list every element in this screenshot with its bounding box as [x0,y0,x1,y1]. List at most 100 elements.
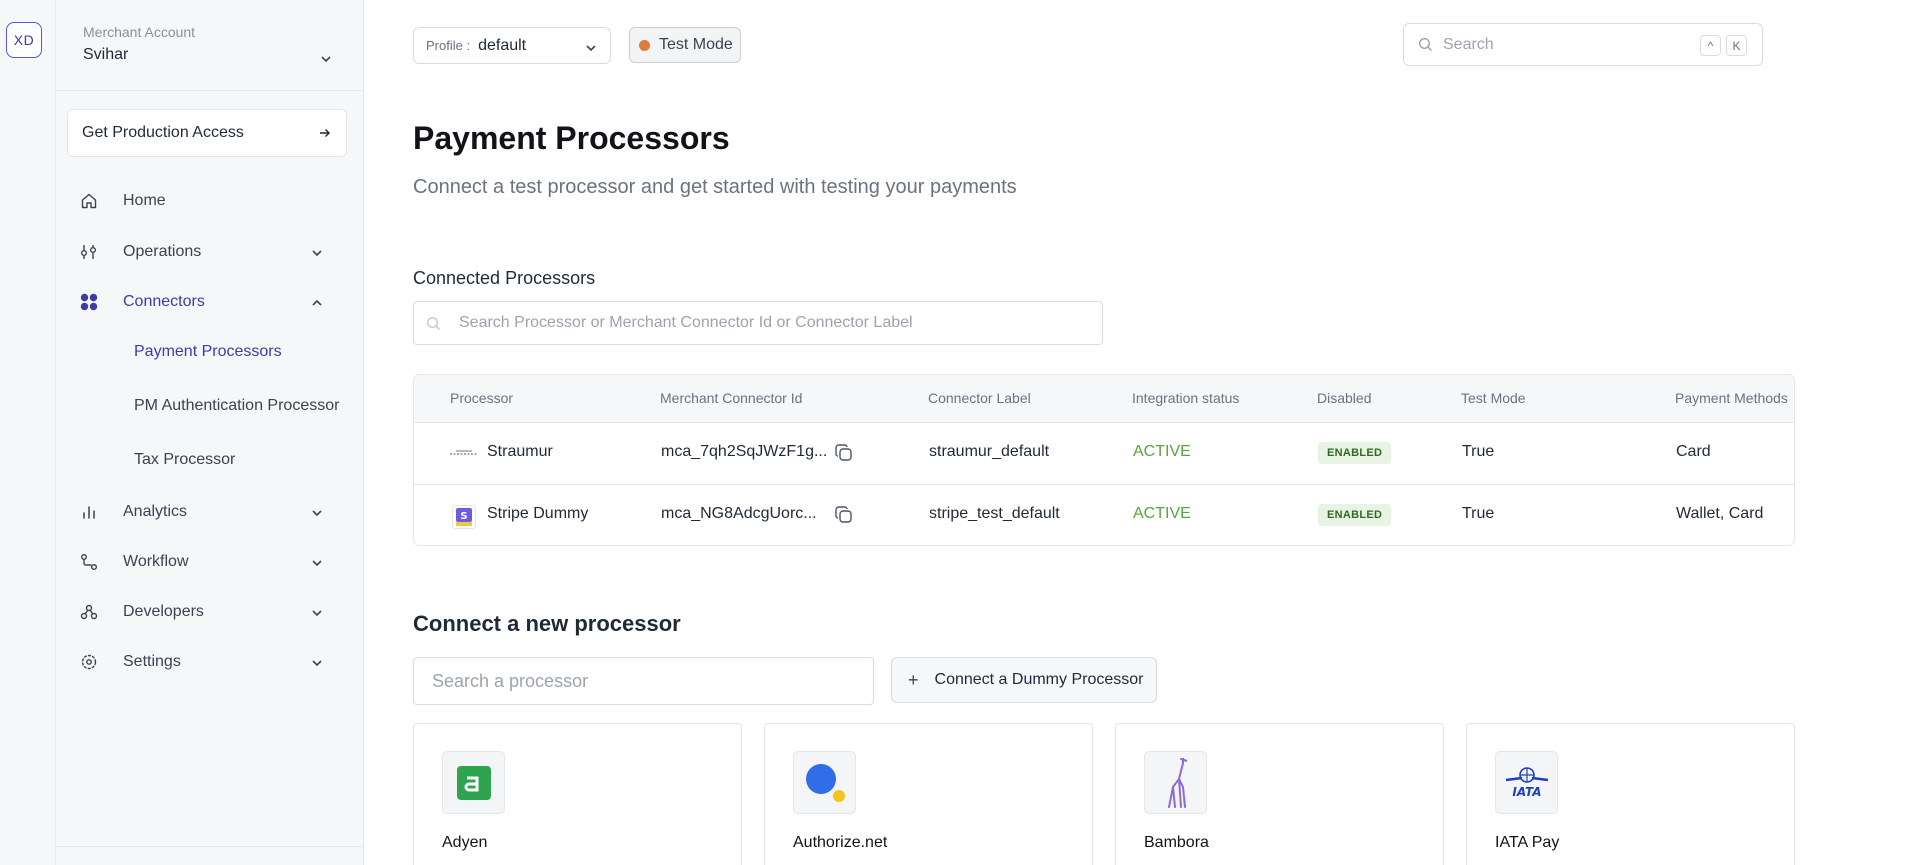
sidebar-item-workflow[interactable]: Workflow [56,542,364,582]
status-badge: ENABLED [1318,504,1392,526]
column-header: Integration status [1132,390,1240,406]
merchant-label: Merchant Account [83,24,196,40]
chevron-down-icon [312,510,322,517]
sidebar-subitem-pm-authentication-processor[interactable]: PM Authentication Processor [134,390,339,422]
merchant-name: Svihar [83,46,129,63]
sidebar-item-analytics[interactable]: Analytics [56,492,364,532]
search-placeholder: Search Processor or Merchant Connector I… [459,314,913,331]
svg-text:S: S [460,511,467,522]
search-icon [1418,37,1432,51]
connected-processors-table: Processor Merchant Connector Id Connecto… [413,374,1795,546]
chevron-down-icon [312,610,322,617]
connector-label: stripe_test_default [929,505,1060,522]
table-row[interactable]: S Stripe Dummy mca_NG8AdcgUorc... stripe… [414,485,1794,545]
iata-logo-icon: IATA [1495,751,1558,814]
get-production-access-label: Get Production Access [82,124,244,141]
global-search-input[interactable]: Search ^ K [1403,23,1763,66]
processor-name: Authorize.net [793,834,888,851]
column-header: Merchant Connector Id [660,390,803,406]
table-header: Processor Merchant Connector Id Connecto… [414,375,1794,423]
column-header: Connector Label [928,390,1031,406]
table-row[interactable]: Straumur mca_7qh2SqJWzF1g... straumur_de… [414,423,1794,485]
test-mode-value: True [1462,443,1495,460]
merchant-connector-id: mca_7qh2SqJWzF1g... [661,443,828,460]
processor-name: Adyen [442,834,488,851]
connect-new-processor-title: Connect a new processor [413,611,681,636]
processor-card-adyen[interactable]: Adyen [413,723,742,865]
test-mode-dot-icon [639,39,650,51]
chevron-down-icon [586,45,596,52]
processor-name: Straumur [487,443,553,460]
sidebar-item-label: Workflow [123,553,189,570]
profile-select[interactable]: Profile : default [413,27,611,64]
straumur-logo-icon [450,450,478,455]
chevron-down-icon [312,560,322,567]
test-mode-label: Test Mode [659,36,733,53]
processor-name: Bambora [1144,834,1209,851]
sidebar-item-home[interactable]: Home [56,181,364,221]
page-title: Payment Processors [413,120,730,156]
settings-icon [81,654,97,670]
test-mode-value: True [1462,505,1495,522]
processor-card-iata-pay[interactable]: IATA IATA Pay [1466,723,1795,865]
connected-processor-search-input[interactable]: Search Processor or Merchant Connector I… [413,301,1103,345]
column-header: Payment Methods [1675,390,1788,406]
search-icon [426,316,440,330]
sidebar-item-operations[interactable]: Operations [56,232,364,272]
sidebar-subitem-tax-processor[interactable]: Tax Processor [134,444,235,476]
column-header: Disabled [1317,390,1372,406]
plus-icon: + [908,669,919,690]
sidebar: Merchant Account Svihar Get Production A… [56,0,364,865]
processor-card-bambora[interactable]: Bambora [1115,723,1444,865]
connect-dummy-processor-button[interactable]: + Connect a Dummy Processor [891,657,1157,703]
svg-text:IATA: IATA [1512,785,1541,799]
analytics-icon [83,506,95,519]
chevron-down-icon [312,250,322,257]
chevron-down-icon [312,660,322,667]
processor-search-input[interactable]: Search a processor [413,657,874,705]
status-badge: ENABLED [1318,442,1392,464]
chevron-up-icon [312,299,322,306]
search-placeholder: Search a processor [432,670,589,691]
profile-label: Profile : [426,38,471,53]
integration-status: ACTIVE [1133,505,1191,522]
merchant-connector-id: mca_NG8AdcgUorc... [661,505,817,522]
payment-methods: Wallet, Card [1676,505,1764,522]
sidebar-item-label: Operations [123,243,202,260]
shortcut-key-k: K [1726,35,1747,56]
sidebar-item-label: Developers [123,603,204,620]
sidebar-subitem-payment-processors[interactable]: Payment Processors [134,336,282,368]
operations-icon [81,245,96,259]
connector-label: straumur_default [929,443,1050,460]
sidebar-item-label: Home [123,192,166,209]
connectors-icon [80,293,98,311]
sidebar-divider [56,90,364,91]
get-production-access-button[interactable]: Get Production Access [67,109,347,157]
column-header: Processor [450,390,514,406]
merchant-switcher[interactable]: Merchant Account Svihar [83,24,333,64]
home-icon [81,193,97,209]
sidebar-item-developers[interactable]: Developers [56,592,364,632]
profile-value: default [478,36,527,54]
chevron-down-icon [321,56,331,63]
connected-processors-title: Connected Processors [413,268,596,288]
copy-icon[interactable] [834,443,854,463]
integration-status: ACTIVE [1133,443,1191,460]
test-mode-toggle[interactable]: Test Mode [629,27,741,63]
processor-card-authorize-net[interactable]: Authorize.net [764,723,1093,865]
developers-icon [80,604,98,620]
sidebar-item-label: Analytics [123,503,188,520]
sidebar-item-connectors[interactable]: Connectors [56,282,364,322]
sidebar-item-label: Settings [123,653,181,670]
bambora-logo-icon [1144,751,1207,814]
authorize-net-logo-icon [793,751,856,814]
column-header: Test Mode [1461,390,1526,406]
sidebar-item-settings[interactable]: Settings [56,642,364,682]
sidebar-divider [56,846,364,847]
sidebar-item-label: Connectors [123,293,205,310]
arrow-right-icon [320,129,330,137]
processor-name: IATA Pay [1495,834,1560,851]
copy-icon[interactable] [834,505,854,525]
org-avatar[interactable]: XD [6,22,42,58]
processor-name: Stripe Dummy [487,505,589,522]
